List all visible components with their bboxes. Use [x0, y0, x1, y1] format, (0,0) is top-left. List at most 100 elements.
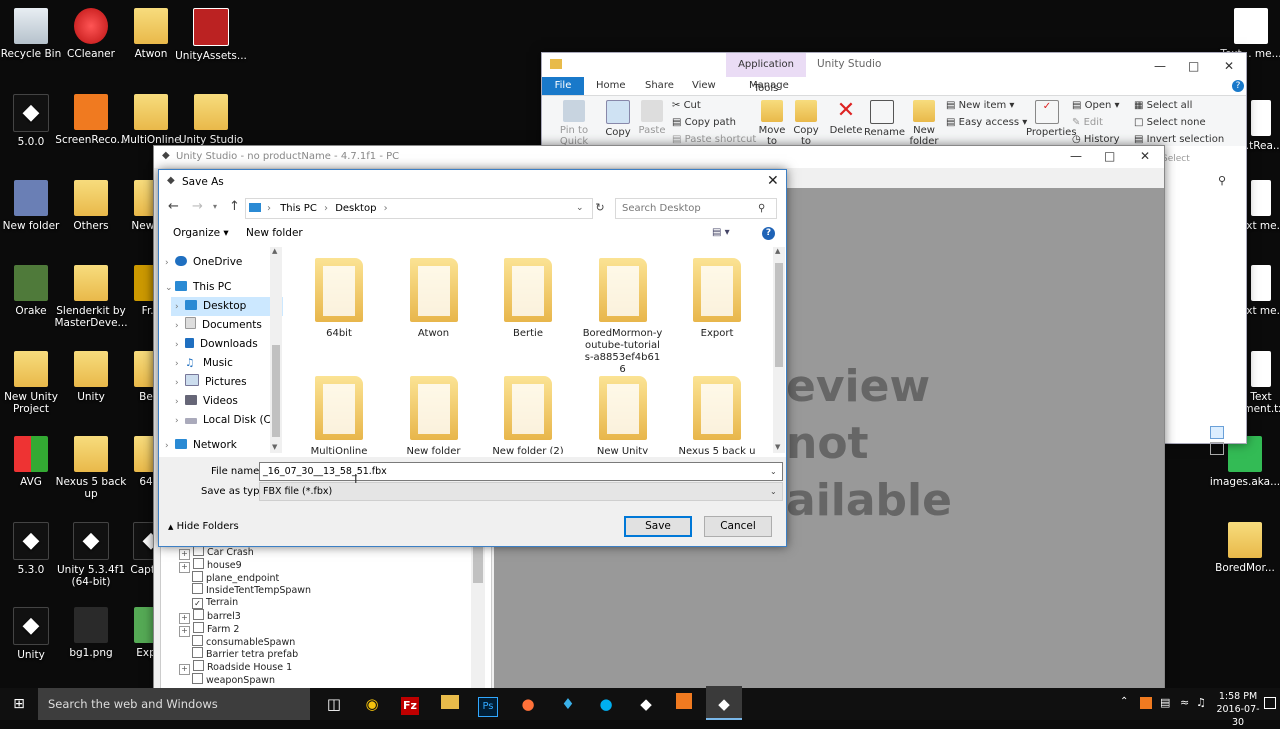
view-options-button[interactable]: ▤ ▾: [712, 227, 730, 238]
tab-file[interactable]: File: [542, 77, 584, 95]
wifi-icon[interactable]: ≈: [1180, 696, 1189, 709]
help-icon[interactable]: ?: [762, 227, 775, 240]
save-as-dialog[interactable]: ◆ Save As ✕ ← → ▾ ↑ › This PC › Desktop …: [158, 169, 787, 547]
file-name-field[interactable]: _16_07_30__13_58_51.fbx ⌄: [259, 462, 783, 481]
file-item[interactable]: Bertie: [488, 258, 568, 340]
file-item[interactable]: Nexus 5 back up: [677, 376, 757, 454]
nav-back-button[interactable]: ←: [168, 199, 179, 214]
hierarchy-checkbox[interactable]: [193, 609, 204, 620]
chevron-right-icon[interactable]: ›: [175, 336, 185, 355]
file-list[interactable]: 64bit Atwon Bertie BoredMormon-youtube-tuto…: [285, 248, 773, 454]
breadcrumb-this-pc[interactable]: This PC: [280, 203, 317, 214]
file-item[interactable]: New folder: [394, 376, 474, 454]
shield-icon[interactable]: ♦: [550, 686, 586, 722]
hierarchy-row[interactable]: + barrel3: [179, 609, 241, 624]
volume-icon[interactable]: ♫: [1196, 696, 1206, 709]
nav-this-pc[interactable]: ⌄ This PC: [165, 278, 231, 297]
edit-button[interactable]: ✎ Edit: [1072, 117, 1103, 128]
nav-videos[interactable]: › Videos: [175, 392, 238, 411]
skype-icon[interactable]: ●: [588, 686, 624, 722]
select-all-button[interactable]: ▦ Select all: [1134, 100, 1192, 111]
copy-button[interactable]: Copy: [602, 100, 634, 138]
search-input[interactable]: Search Desktop: [622, 203, 701, 214]
file-item[interactable]: New Unity: [583, 376, 663, 454]
file-item[interactable]: 64bit: [299, 258, 379, 340]
nav-desktop[interactable]: › Desktop: [171, 297, 283, 316]
move-to-button[interactable]: Move to: [756, 100, 788, 146]
save-type-dropdown-icon[interactable]: ⌄: [770, 483, 777, 500]
hierarchy-row[interactable]: ✓ Terrain: [179, 596, 238, 610]
hierarchy-scroll-thumb[interactable]: [473, 545, 483, 583]
chevron-down-icon[interactable]: ⌄: [165, 279, 175, 298]
nav-network[interactable]: › Network: [165, 436, 237, 455]
help-icon[interactable]: ?: [1232, 80, 1244, 92]
nav-scroll-up-icon[interactable]: ▲: [272, 247, 277, 255]
close-icon[interactable]: ✕: [1224, 59, 1234, 73]
easy-access-button[interactable]: ▤ Easy access ▾: [946, 117, 1027, 128]
tray-recorder-icon[interactable]: [1140, 697, 1152, 709]
paste-shortcut-button[interactable]: ▤ Paste shortcut: [672, 134, 756, 145]
save-button[interactable]: Save: [624, 516, 692, 537]
firefox-icon[interactable]: ●: [510, 686, 546, 722]
nav-scroll-down-icon[interactable]: ▼: [272, 443, 277, 451]
history-button[interactable]: ◷ History: [1072, 134, 1119, 145]
hierarchy-checkbox[interactable]: [193, 621, 204, 633]
tab-view[interactable]: View: [692, 77, 716, 95]
nav-scroll-thumb[interactable]: [272, 345, 280, 437]
new-folder-button[interactable]: New folder: [246, 227, 303, 239]
pin-quick-access-button[interactable]: Pin to Quick access: [546, 100, 602, 146]
file-item[interactable]: Export: [677, 258, 757, 340]
task-view-icon[interactable]: ◫: [316, 686, 352, 722]
cancel-button[interactable]: Cancel: [704, 516, 772, 537]
breadcrumb-desktop[interactable]: Desktop: [335, 203, 376, 214]
select-none-button[interactable]: □ Select none: [1134, 117, 1206, 128]
chevron-right-icon[interactable]: ›: [175, 374, 185, 393]
unity-taskbar-icon[interactable]: ◆: [628, 686, 664, 722]
close-icon[interactable]: ✕: [767, 173, 779, 189]
hierarchy-checkbox[interactable]: [192, 634, 203, 646]
open-button[interactable]: ▤ Open ▾: [1072, 100, 1120, 111]
nav-forward-button[interactable]: →: [192, 199, 203, 214]
details-view-icon[interactable]: [1210, 426, 1224, 439]
file-item[interactable]: MultiOnline: [299, 376, 379, 454]
large-icons-view-icon[interactable]: [1210, 442, 1224, 455]
search-box[interactable]: Search Desktop ⚲: [615, 198, 777, 219]
chevron-right-icon[interactable]: ›: [175, 393, 185, 412]
minimize-icon[interactable]: —: [1070, 149, 1082, 163]
hierarchy-row[interactable]: InsideTentTempSpawn: [179, 583, 311, 596]
hierarchy-scrollbar[interactable]: [471, 545, 485, 690]
nav-local-disk[interactable]: › Local Disk (C:): [175, 411, 279, 430]
recent-locations-icon[interactable]: ▾: [213, 202, 217, 211]
screen-recorder-taskbar-icon[interactable]: [666, 686, 702, 722]
file-scroll-up-icon[interactable]: ▲: [775, 247, 780, 255]
chevron-right-icon[interactable]: ›: [175, 317, 185, 336]
chevron-right-icon[interactable]: ›: [165, 437, 175, 456]
hierarchy-checkbox[interactable]: ✓: [192, 598, 203, 610]
file-scroll-down-icon[interactable]: ▼: [775, 443, 780, 451]
tab-share[interactable]: Share: [645, 77, 674, 95]
hierarchy-checkbox[interactable]: [192, 647, 203, 659]
file-item[interactable]: Atwon: [394, 258, 474, 340]
start-button[interactable]: ⊞: [0, 688, 38, 720]
photoshop-icon[interactable]: Ps: [470, 686, 506, 722]
save-type-select[interactable]: FBX file (*.fbx) ⌄: [259, 482, 783, 501]
maximize-icon[interactable]: □: [1188, 59, 1199, 73]
maximize-icon[interactable]: □: [1104, 149, 1115, 163]
unity-studio-taskbar-icon[interactable]: ◆: [706, 686, 742, 720]
hide-folders-button[interactable]: ▲ Hide Folders: [168, 521, 239, 532]
hierarchy-checkbox[interactable]: [192, 570, 203, 582]
hierarchy-row[interactable]: + Farm 2: [179, 621, 239, 637]
close-icon[interactable]: ✕: [1140, 149, 1150, 163]
tray-chevron-icon[interactable]: ⌃: [1120, 696, 1128, 707]
chevron-right-icon[interactable]: ›: [175, 355, 185, 374]
delete-button[interactable]: ✕ Delete: [828, 100, 864, 137]
copy-path-button[interactable]: ▤ Copy path: [672, 117, 736, 128]
tab-home[interactable]: Home: [596, 77, 626, 95]
chrome-icon[interactable]: ◉: [354, 686, 390, 722]
explorer-view-toggle[interactable]: [1210, 426, 1240, 455]
hierarchy-row[interactable]: weaponSpawn: [179, 673, 275, 686]
desktop-icon-unity-studio[interactable]: Unity Studio: [174, 94, 248, 146]
notifications-icon[interactable]: [1264, 697, 1276, 709]
new-folder-button[interactable]: New folder: [906, 100, 942, 146]
hierarchy-panel[interactable]: + Car Crash + house9 plane_endpoint InsideTen…: [160, 544, 492, 691]
